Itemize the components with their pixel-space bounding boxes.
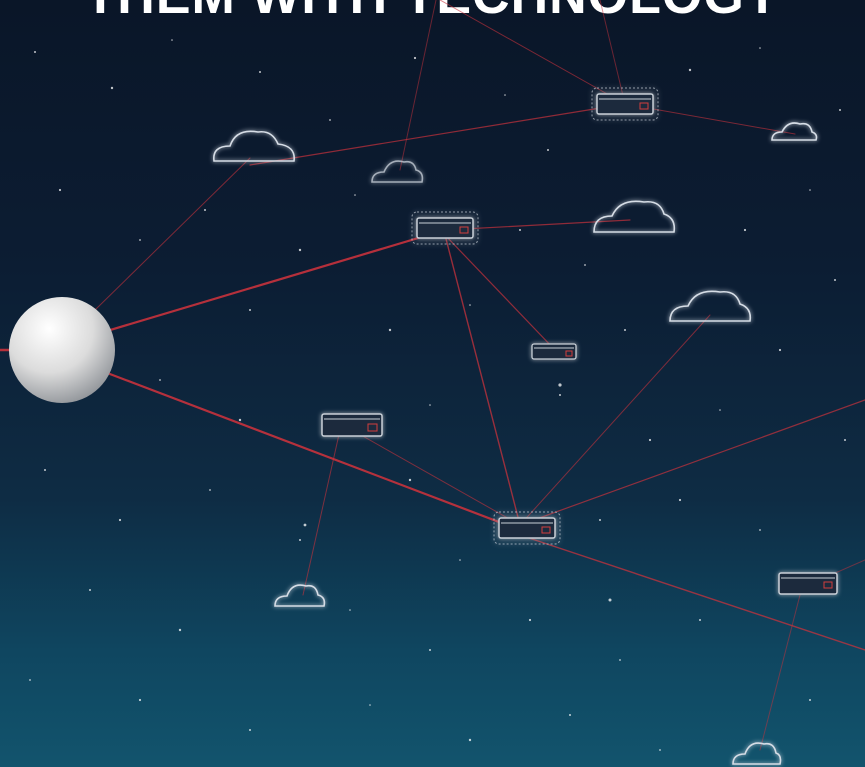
- link-line: [399, 0, 437, 171]
- server-icon: [778, 572, 838, 595]
- server-icon: [411, 211, 479, 245]
- network-scene: [0, 0, 865, 765]
- connection-lines: [0, 0, 865, 751]
- cloud-icon: [732, 742, 782, 765]
- link-line: [351, 429, 521, 526]
- hub-sphere: [9, 297, 115, 403]
- link-line: [444, 234, 521, 526]
- server-icon: [591, 87, 659, 121]
- server-icon: [321, 413, 383, 437]
- link-line: [94, 157, 251, 311]
- cloud-icon: [593, 200, 676, 233]
- cloud-icon: [669, 290, 752, 322]
- link-line: [444, 234, 556, 351]
- link-line: [58, 353, 522, 532]
- cloud-icon: [771, 122, 818, 141]
- link-line: [249, 103, 626, 166]
- cloud-icon: [371, 160, 424, 183]
- link-line: [519, 399, 865, 526]
- star-field: [29, 39, 846, 751]
- link-line: [759, 594, 801, 751]
- cloud-icon: [274, 584, 326, 607]
- server-icon: [531, 343, 577, 360]
- cloud-icon: [213, 130, 295, 162]
